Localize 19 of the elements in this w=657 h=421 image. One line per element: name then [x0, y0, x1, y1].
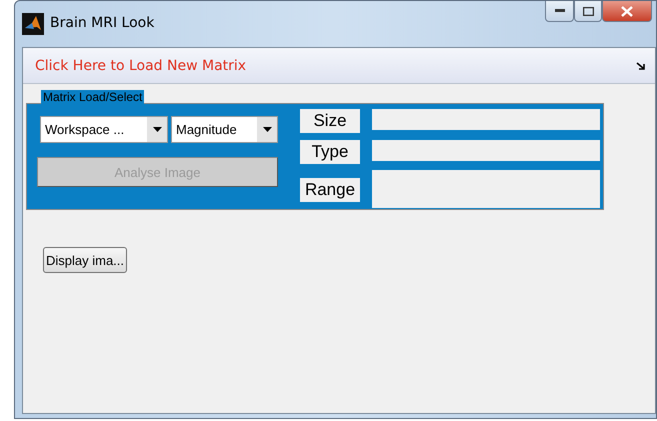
close-icon [620, 6, 634, 16]
minimize-button[interactable] [545, 1, 574, 22]
property-label: Type [300, 140, 360, 164]
maximize-button[interactable] [574, 1, 602, 22]
property-label: Range [300, 178, 360, 202]
maximize-icon [582, 6, 594, 16]
property-label: Size [300, 109, 360, 134]
app-logo-icon [22, 13, 44, 35]
display-image-button[interactable]: Display ima... [43, 247, 128, 273]
minimize-icon [554, 9, 564, 13]
caret-icon [262, 127, 272, 132]
arrow-icon [636, 62, 645, 70]
close-button[interactable] [602, 1, 652, 22]
dropdown[interactable]: Workspace ... [40, 116, 168, 143]
load-matrix-menu[interactable]: Click Here to Load New Matrix [35, 58, 246, 74]
panel-title: Matrix Load/Select [41, 90, 144, 105]
window-title: Brain MRI Look [50, 15, 154, 31]
caret-icon [152, 127, 162, 132]
dropdown[interactable]: Magnitude [171, 116, 278, 143]
